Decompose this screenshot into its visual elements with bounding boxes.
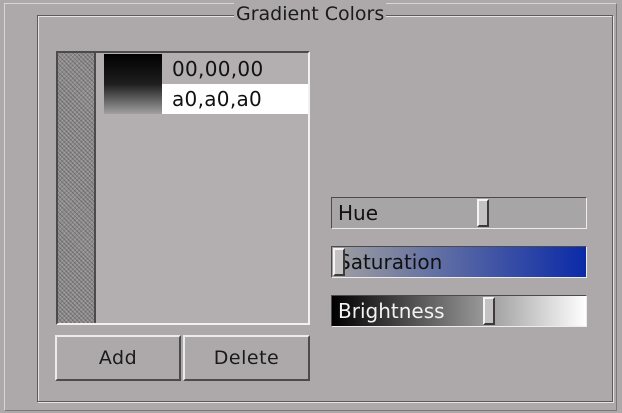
saturation-slider[interactable]: Saturation xyxy=(331,246,587,278)
color-list-item-0[interactable]: 00,00,00 xyxy=(102,54,308,84)
color-swatch xyxy=(104,84,162,114)
saturation-slider-label: Saturation xyxy=(338,250,443,274)
add-button[interactable]: Add xyxy=(55,335,181,381)
hue-slider-label: Hue xyxy=(338,201,379,225)
color-value-label: 00,00,00 xyxy=(172,57,264,81)
delete-button[interactable]: Delete xyxy=(183,335,310,381)
brightness-slider[interactable]: Brightness xyxy=(331,295,587,327)
brightness-slider-label: Brightness xyxy=(338,299,445,323)
saturation-slider-handle[interactable] xyxy=(333,248,345,276)
gradient-preview-strip xyxy=(58,53,96,323)
gradient-colors-window: Gradient Colors 00,00,00 a0,a0,a0 Add De… xyxy=(0,0,622,413)
hue-slider-handle[interactable] xyxy=(477,199,489,227)
hue-slider[interactable]: Hue xyxy=(331,197,587,229)
color-list-item-1[interactable]: a0,a0,a0 xyxy=(102,84,308,114)
brightness-slider-handle[interactable] xyxy=(483,297,495,325)
gradient-color-list-frame: 00,00,00 a0,a0,a0 xyxy=(56,51,310,325)
color-swatch xyxy=(104,54,162,84)
gradient-color-list[interactable]: 00,00,00 a0,a0,a0 xyxy=(102,54,308,114)
color-value-label: a0,a0,a0 xyxy=(172,87,263,111)
groupbox-title: Gradient Colors xyxy=(234,3,387,25)
